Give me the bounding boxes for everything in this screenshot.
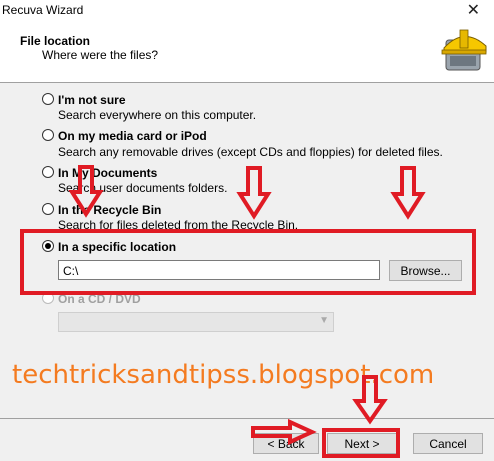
arrow-down-icon [236, 166, 272, 220]
arrow-down-icon [68, 165, 104, 218]
arrow-right-icon [251, 418, 317, 446]
arrow-down-icon [390, 166, 426, 220]
annotation-arrows [68, 165, 426, 446]
arrow-down-icon [352, 375, 388, 425]
